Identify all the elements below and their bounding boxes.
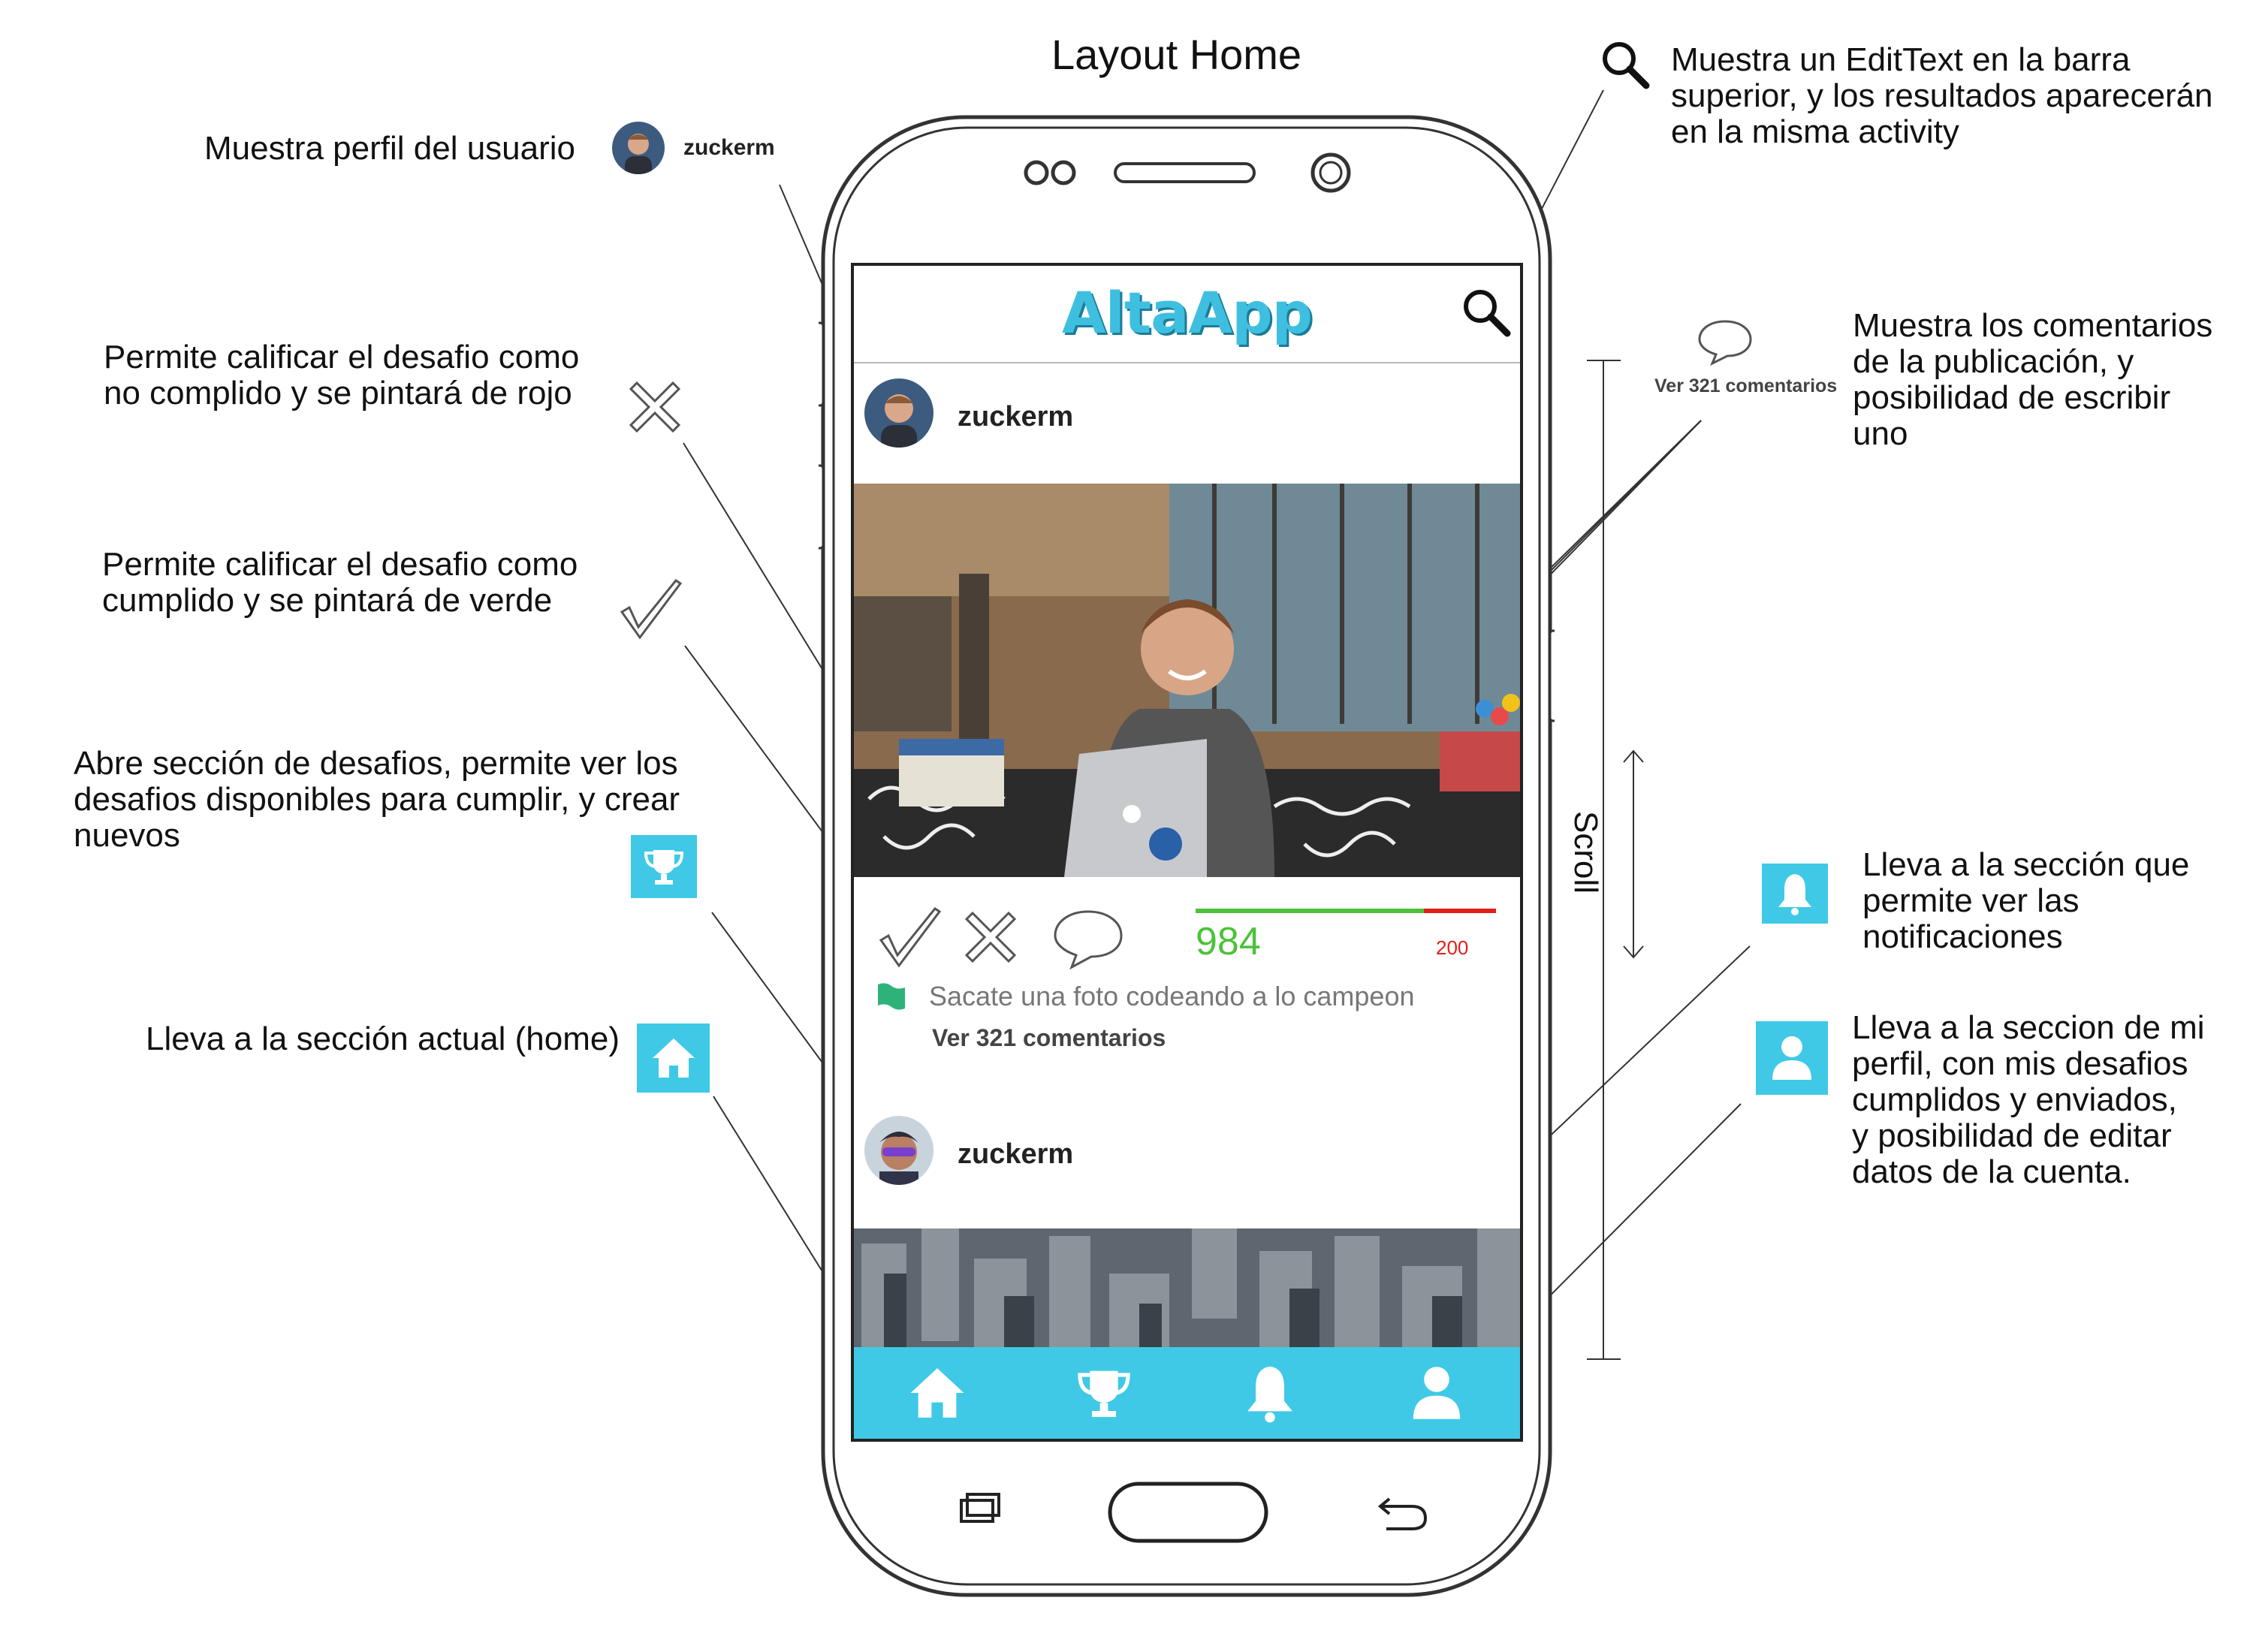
note-my-profile: Lleva a la seccion de mi perfil, con mis… <box>1852 1009 2205 1190</box>
comment-button[interactable] <box>1051 907 1126 972</box>
note-notifications: Lleva a la sección que permite ver las n… <box>1862 846 2190 955</box>
note-profile: Muestra perfil del usuario <box>204 130 576 167</box>
bell-icon-sample <box>1762 864 1828 924</box>
nav-home-button[interactable] <box>892 1352 982 1434</box>
post-header[interactable]: zuckerm <box>854 1116 1520 1198</box>
accept-button[interactable] <box>875 903 943 970</box>
rating-bar <box>1196 909 1496 913</box>
person-icon <box>1413 1367 1461 1419</box>
nav-challenges-button[interactable] <box>1059 1352 1149 1434</box>
person-icon-sample <box>1756 1021 1828 1095</box>
profile-avatar-sample <box>612 122 665 174</box>
post-username[interactable]: zuckerm <box>958 401 1073 433</box>
note-challenges: Abre sección de desafios, permite ver lo… <box>74 745 680 854</box>
challenge-text: Sacate una foto codeando a lo campeon <box>929 981 1415 1011</box>
scroll-label: Scroll <box>1567 811 1604 894</box>
avatar[interactable] <box>864 1116 933 1185</box>
post-photo <box>854 484 1520 877</box>
profile-user-sample: zuckerm <box>683 135 775 160</box>
app-screen: AltaApp zuckerm 984 200 Sacate una foto … <box>851 263 1523 1442</box>
bell-icon <box>1778 874 1811 915</box>
app-logo: AltaApp <box>1061 279 1313 346</box>
flag-icon <box>878 983 905 1010</box>
note-home: Lleva a la sección actual (home) <box>146 1020 620 1057</box>
comment-icon <box>1698 320 1752 366</box>
trophy-icon-sample <box>631 835 697 898</box>
trophy-icon <box>644 850 684 885</box>
nav-notifications-button[interactable] <box>1225 1352 1315 1434</box>
note-comments: Muestra los comentarios de la publicació… <box>1853 307 2213 452</box>
search-icon <box>1603 42 1650 89</box>
view-comments-link[interactable]: Ver 321 comentarios <box>932 1024 1166 1052</box>
check-icon <box>620 578 683 640</box>
negative-value: 200 <box>1436 936 1469 959</box>
avatar[interactable] <box>864 378 933 448</box>
home-icon <box>910 1368 964 1418</box>
reject-button[interactable] <box>959 906 1022 969</box>
score-value: 984 <box>1196 920 1261 963</box>
home-icon <box>652 1039 695 1078</box>
bottom-nav <box>854 1347 1520 1439</box>
note-reject: Permite calificar el desafio como no com… <box>104 339 580 411</box>
comments-label-sample: Ver 321 comentarios <box>1654 375 1838 396</box>
nav-profile-button[interactable] <box>1392 1352 1482 1434</box>
person-icon <box>1772 1036 1811 1080</box>
note-accept: Permite calificar el desafio como cumpli… <box>102 546 578 619</box>
app-bar: AltaApp <box>854 266 1520 363</box>
bell-icon <box>1247 1366 1293 1423</box>
x-icon <box>629 381 681 433</box>
trophy-icon <box>1077 1370 1130 1417</box>
search-button[interactable] <box>1461 287 1513 339</box>
post-header[interactable]: zuckerm <box>854 378 1520 461</box>
note-search: Muestra un EditText en la barra superior… <box>1671 41 2213 150</box>
post-username[interactable]: zuckerm <box>958 1138 1073 1171</box>
home-icon-sample <box>637 1023 710 1093</box>
